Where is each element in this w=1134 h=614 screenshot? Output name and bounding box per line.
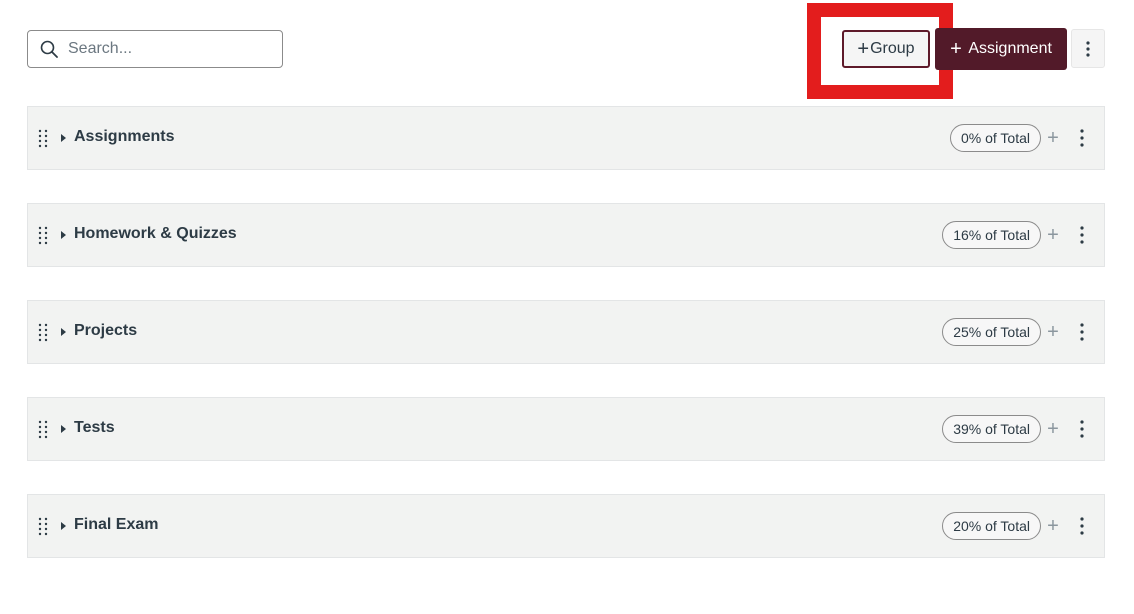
group-name[interactable]: Tests [74,419,115,437]
plus-icon: + [1047,514,1059,537]
assignment-group-row: Assignments 0% of Total + [27,106,1105,170]
group-name[interactable]: Assignments [74,128,174,146]
add-to-group-button[interactable]: + [1044,514,1062,538]
assignment-group-row: Homework & Quizzes 16% of Total + [27,203,1105,267]
group-name[interactable]: Final Exam [74,516,158,534]
plus-icon: + [1047,126,1059,149]
add-group-button[interactable]: + Group [842,30,930,68]
assignments-page: + Group + Assignment Assignments 0% of T… [0,0,1134,614]
add-assignment-label: Assignment [968,40,1052,57]
assignment-group-row: Projects 25% of Total + [27,300,1105,364]
caret-right-icon[interactable] [61,328,66,336]
group-options-kebab-icon[interactable] [1074,128,1090,148]
search-box[interactable] [27,30,283,68]
group-name[interactable]: Projects [74,322,137,340]
caret-right-icon[interactable] [61,425,66,433]
drag-handle-icon[interactable] [38,225,48,245]
group-options-kebab-icon[interactable] [1074,225,1090,245]
assignment-group-row: Tests 39% of Total + [27,397,1105,461]
weight-badge: 25% of Total [942,318,1041,346]
group-options-kebab-icon[interactable] [1074,322,1090,342]
drag-handle-icon[interactable] [38,419,48,439]
group-options-kebab-icon[interactable] [1074,516,1090,536]
caret-right-icon[interactable] [61,231,66,239]
plus-icon: + [1047,223,1059,246]
page-options-button[interactable] [1071,29,1105,68]
weight-badge: 0% of Total [949,124,1041,152]
add-to-group-button[interactable]: + [1044,417,1062,441]
group-name[interactable]: Homework & Quizzes [74,225,237,243]
assignment-group-row: Final Exam 20% of Total + [27,494,1105,558]
caret-right-icon[interactable] [61,522,66,530]
add-to-group-button[interactable]: + [1044,320,1062,344]
weight-badge: 16% of Total [942,221,1041,249]
add-to-group-button[interactable]: + [1044,223,1062,247]
drag-handle-icon[interactable] [38,516,48,536]
search-input[interactable] [68,40,258,58]
kebab-menu-icon [1086,40,1090,57]
caret-right-icon[interactable] [61,134,66,142]
plus-icon: + [857,38,870,60]
group-options-kebab-icon[interactable] [1074,419,1090,439]
search-icon [40,40,58,58]
plus-icon: + [950,38,968,60]
weight-badge: 39% of Total [942,415,1041,443]
add-to-group-button[interactable]: + [1044,126,1062,150]
add-assignment-button[interactable]: + Assignment [935,28,1067,70]
weight-badge: 20% of Total [942,512,1041,540]
add-group-label: Group [870,40,915,57]
drag-handle-icon[interactable] [38,322,48,342]
plus-icon: + [1047,320,1059,343]
plus-icon: + [1047,417,1059,440]
drag-handle-icon[interactable] [38,128,48,148]
